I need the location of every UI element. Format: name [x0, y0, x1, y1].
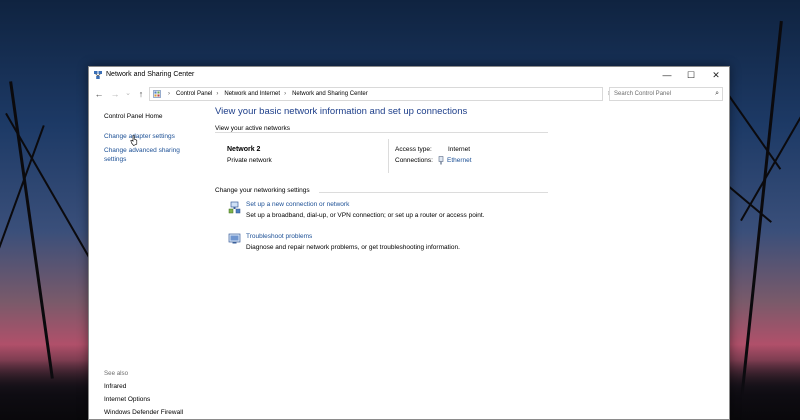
see-also-label: See also — [104, 370, 129, 377]
address-row: ← → ⌄ ↑ › Control Panel › Network and In… — [89, 85, 729, 103]
network-sharing-window: Network and Sharing Center — ☐ ✕ ← → ⌄ ↑… — [88, 66, 730, 420]
sidebar-link-change-advanced-sharing[interactable]: Change advanced sharing settings — [104, 147, 200, 164]
ethernet-icon — [438, 156, 444, 165]
main-content: View your basic network information and … — [215, 103, 729, 419]
network-setup-icon — [228, 201, 241, 214]
setup-connection-description: Set up a broadband, dial-up, or VPN conn… — [246, 212, 485, 219]
search-input[interactable]: Search Control Panel ⌕ — [609, 87, 723, 101]
close-button[interactable]: ✕ — [704, 67, 728, 83]
change-settings-label: Change your networking settings — [215, 187, 310, 194]
sidebar-control-panel-home[interactable]: Control Panel Home — [104, 113, 163, 121]
breadcrumb-separator[interactable]: › — [216, 91, 218, 97]
ethernet-link-label[interactable]: Ethernet — [447, 157, 472, 164]
troubleshoot-problems-link[interactable]: Troubleshoot problems — [246, 233, 312, 240]
setup-connection-link[interactable]: Set up a new connection or network — [246, 201, 349, 208]
up-button[interactable]: ↑ — [135, 87, 147, 101]
mouse-cursor-icon — [130, 135, 138, 146]
sidebar: Control Panel Home Change adapter settin… — [89, 103, 207, 419]
back-button[interactable]: ← — [93, 87, 105, 101]
network-center-icon — [94, 71, 102, 79]
sidebar-link-change-adapter-settings[interactable]: Change adapter settings — [104, 133, 200, 142]
section-divider — [215, 132, 548, 133]
see-also-infrared[interactable]: Infrared — [104, 383, 126, 390]
maximize-button[interactable]: ☐ — [679, 67, 703, 83]
ethernet-connection-link[interactable]: Ethernet — [438, 156, 472, 165]
forward-button[interactable]: → — [109, 87, 121, 101]
connections-label: Connections: — [395, 157, 433, 164]
network-divider — [388, 139, 389, 173]
breadcrumb-network-sharing-center[interactable]: Network and Sharing Center — [292, 91, 368, 97]
troubleshoot-description: Diagnose and repair network problems, or… — [246, 244, 460, 251]
network-name: Network 2 — [227, 146, 261, 153]
search-placeholder: Search Control Panel — [614, 91, 672, 97]
active-networks-label: View your active networks — [215, 125, 291, 132]
address-bar[interactable]: › Control Panel › Network and Internet ›… — [149, 87, 649, 101]
breadcrumb-network-internet[interactable]: Network and Internet — [224, 91, 280, 97]
tree-silhouette — [9, 81, 54, 379]
see-also-windows-defender-firewall[interactable]: Windows Defender Firewall — [104, 409, 183, 416]
search-icon[interactable]: ⌕ — [715, 90, 719, 98]
title-bar[interactable]: Network and Sharing Center — ☐ ✕ — [89, 67, 729, 85]
section-divider — [319, 192, 548, 193]
minimize-button[interactable]: — — [655, 67, 679, 83]
access-type-value: Internet — [448, 146, 471, 153]
page-title: View your basic network information and … — [215, 106, 468, 117]
breadcrumb-control-panel[interactable]: Control Panel — [176, 91, 212, 97]
control-panel-icon — [153, 90, 161, 98]
troubleshoot-icon — [228, 233, 241, 244]
network-type[interactable]: Private network — [227, 157, 272, 164]
breadcrumb-separator[interactable]: › — [284, 91, 286, 97]
window-title: Network and Sharing Center — [106, 71, 195, 78]
breadcrumb-separator: › — [168, 91, 170, 97]
recent-locations-button[interactable]: ⌄ — [122, 87, 134, 101]
access-type-label: Access type: — [395, 146, 432, 153]
see-also-internet-options[interactable]: Internet Options — [104, 396, 150, 403]
